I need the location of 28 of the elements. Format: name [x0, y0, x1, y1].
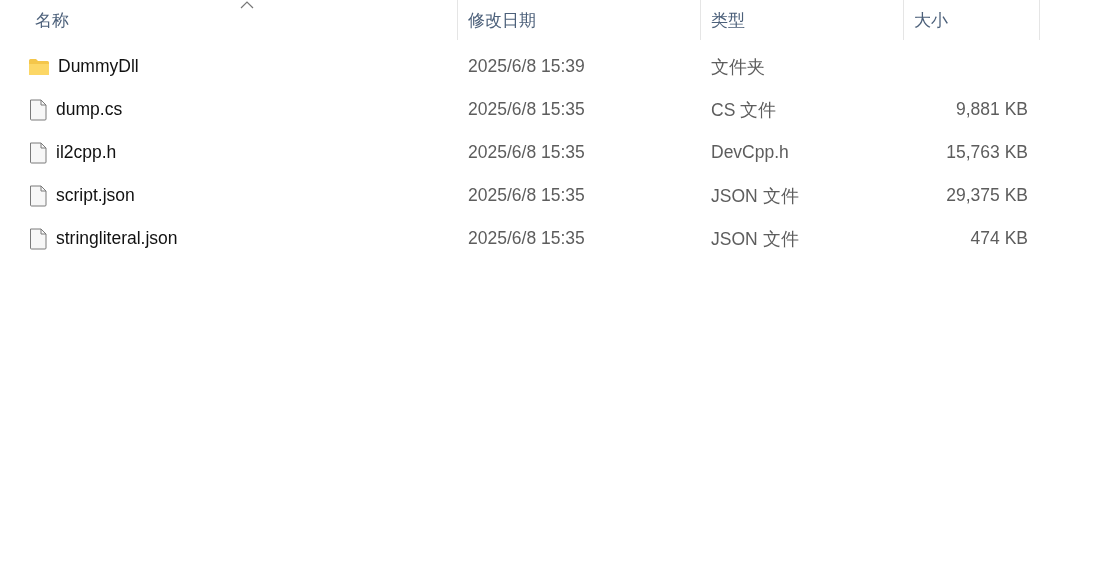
file-name[interactable]: stringliteral.json — [56, 228, 178, 249]
modified-date: 2025/6/8 15:35 — [468, 142, 585, 163]
file-size: 15,763 KB — [946, 142, 1028, 163]
file-name[interactable]: script.json — [56, 185, 135, 206]
file-type: CS 文件 — [711, 98, 777, 122]
column-header[interactable]: 类型 — [701, 0, 904, 40]
modified-date: 2025/6/8 15:35 — [468, 228, 585, 249]
file-type: DevCpp.h — [711, 142, 789, 163]
file-icon — [28, 227, 48, 250]
modified-date: 2025/6/8 15:35 — [468, 99, 585, 120]
file-type: JSON 文件 — [711, 227, 799, 251]
file-icon — [28, 141, 48, 164]
column-header[interactable]: 大小 — [904, 0, 1040, 40]
file-icon — [28, 184, 48, 207]
column-header[interactable]: 名称 — [0, 0, 458, 40]
file-name[interactable]: dump.cs — [56, 99, 123, 120]
file-name[interactable]: DummyDll — [58, 56, 139, 77]
folder-icon — [28, 57, 50, 76]
file-size: 9,881 KB — [956, 99, 1028, 120]
file-size: 474 KB — [970, 228, 1028, 249]
file-size: 29,375 KB — [946, 185, 1028, 206]
modified-date: 2025/6/8 15:35 — [468, 185, 585, 206]
file-type: JSON 文件 — [711, 184, 799, 208]
file-icon — [28, 98, 48, 121]
modified-date: 2025/6/8 15:39 — [468, 56, 585, 77]
column-header[interactable]: 修改日期 — [458, 0, 701, 40]
file-type: 文件夹 — [711, 55, 765, 79]
file-name[interactable]: il2cpp.h — [56, 142, 117, 163]
